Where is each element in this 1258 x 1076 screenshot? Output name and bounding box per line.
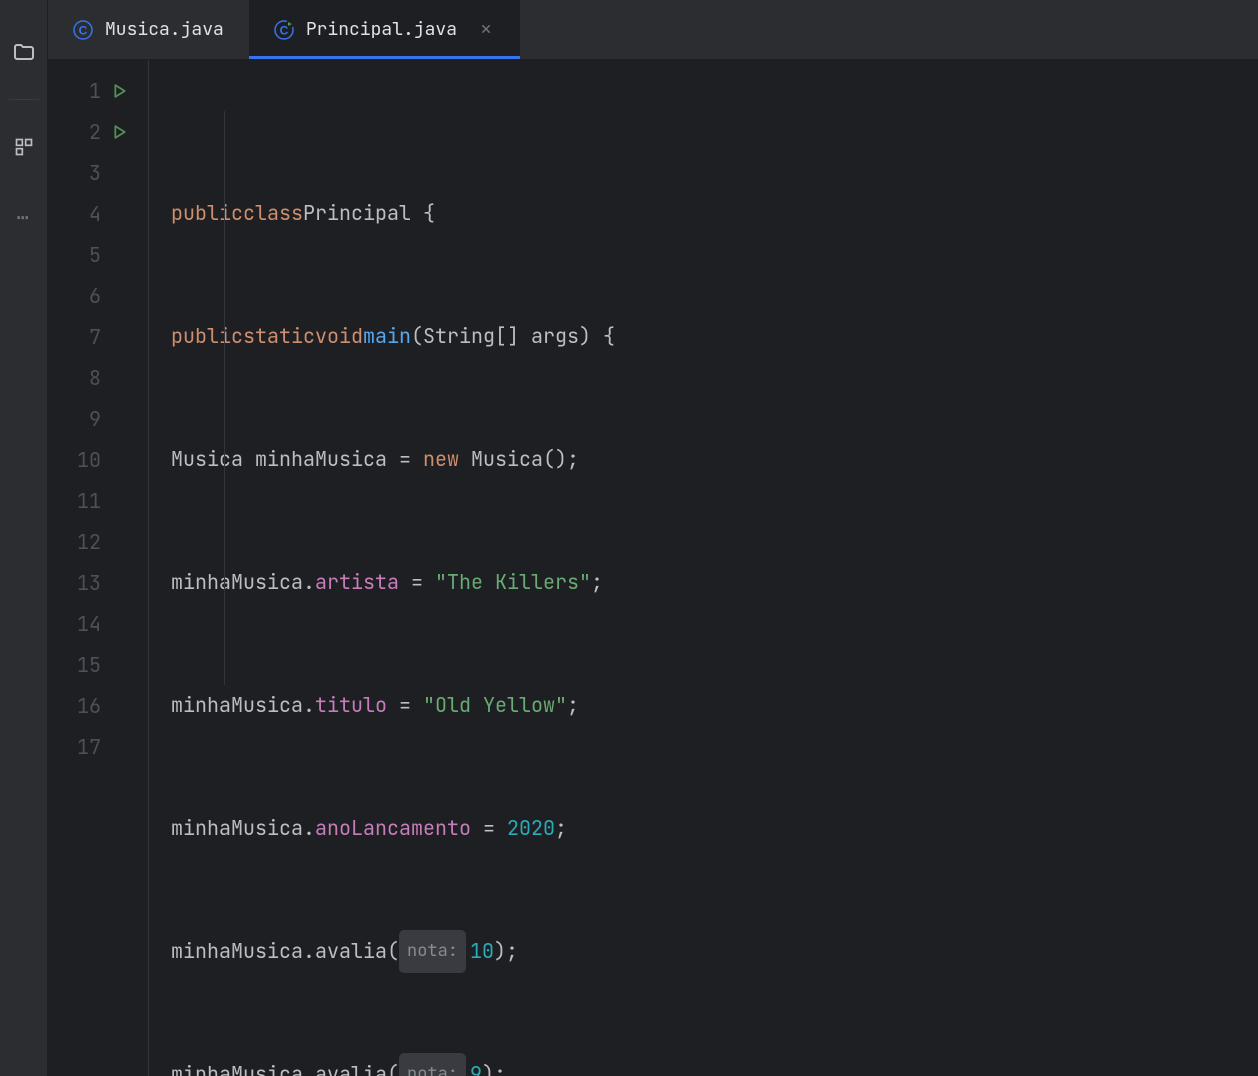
line-number: 12 <box>73 529 101 555</box>
line-number: 15 <box>73 652 101 678</box>
tab-musica[interactable]: C Musica.java <box>48 0 249 59</box>
line-number: 13 <box>73 570 101 596</box>
run-icon[interactable] <box>113 81 133 101</box>
structure-icon[interactable] <box>12 135 36 159</box>
svg-text:C: C <box>79 23 88 37</box>
line-number: 6 <box>73 283 101 309</box>
gutter: 1 2 3 4 5 6 7 8 9 10 11 12 13 14 15 16 1… <box>48 60 149 1076</box>
parameter-hint: nota: <box>399 930 466 973</box>
activity-bar: ⋯ <box>0 0 48 1076</box>
class-icon: C <box>73 20 93 40</box>
code-line: Musica minhaMusica = new Musica(); <box>171 439 1258 480</box>
line-number: 5 <box>73 242 101 268</box>
tab-label: Musica.java <box>105 18 224 41</box>
line-number: 10 <box>73 447 101 473</box>
line-number: 17 <box>73 734 101 760</box>
folder-icon[interactable] <box>12 40 36 64</box>
code-line: minhaMusica.avalia( nota: 10); <box>171 931 1258 972</box>
code-line: minhaMusica.anoLancamento = 2020; <box>171 808 1258 849</box>
line-number: 2 <box>73 119 101 145</box>
line-number: 14 <box>73 611 101 637</box>
indent-guide <box>224 111 225 685</box>
editor[interactable]: 1 2 3 4 5 6 7 8 9 10 11 12 13 14 15 16 1… <box>48 60 1258 1076</box>
line-number: 7 <box>73 324 101 350</box>
line-number: 3 <box>73 160 101 186</box>
line-number: 11 <box>73 488 101 514</box>
tab-principal[interactable]: C Principal.java ✕ <box>249 0 520 59</box>
close-icon[interactable]: ✕ <box>477 21 495 39</box>
code-line: minhaMusica.avalia( nota: 9); <box>171 1054 1258 1076</box>
line-number: 1 <box>73 78 101 104</box>
tab-label: Principal.java <box>306 18 457 41</box>
line-number: 16 <box>73 693 101 719</box>
tab-bar: C Musica.java C Principal.java ✕ <box>48 0 1258 60</box>
line-number: 9 <box>73 406 101 432</box>
run-icon[interactable] <box>113 122 133 142</box>
line-number: 4 <box>73 201 101 227</box>
code-line: public static void main(String[] args) { <box>171 316 1258 357</box>
line-number: 8 <box>73 365 101 391</box>
more-icon[interactable]: ⋯ <box>16 204 30 230</box>
code-line: public class Principal { <box>171 193 1258 234</box>
code-line: minhaMusica.titulo = "Old Yellow"; <box>171 685 1258 726</box>
runnable-class-icon: C <box>274 20 294 40</box>
code-line: minhaMusica.artista = "The Killers"; <box>171 562 1258 603</box>
divider <box>9 99 39 100</box>
code-area[interactable]: public class Principal { public static v… <box>149 60 1258 1076</box>
parameter-hint: nota: <box>399 1053 466 1076</box>
